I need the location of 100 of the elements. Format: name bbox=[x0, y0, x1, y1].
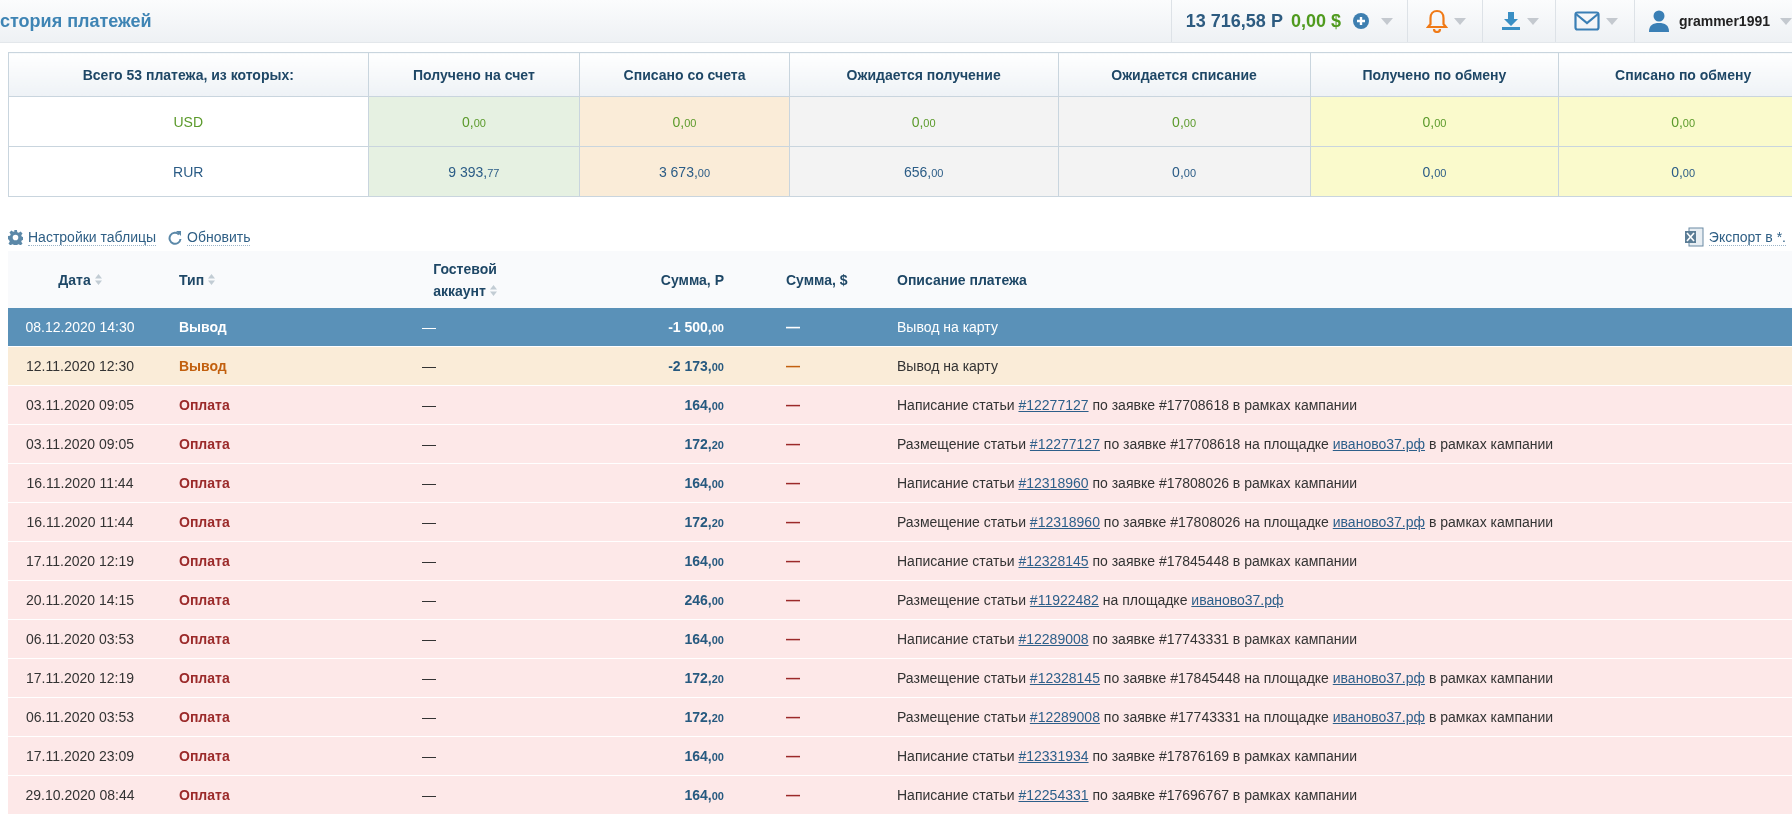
download-icon[interactable] bbox=[1500, 11, 1521, 31]
amount-usd-cell: — bbox=[734, 658, 889, 698]
column-header[interactable]: Дата bbox=[58, 271, 102, 288]
guest-cell: — bbox=[412, 502, 583, 542]
amount-usd-cell: — bbox=[734, 385, 889, 425]
amount-usd-cell: — bbox=[734, 463, 889, 503]
link[interactable]: иваново37.рф bbox=[1332, 436, 1425, 452]
link[interactable]: иваново37.рф bbox=[1191, 592, 1284, 608]
amount-usd-cell: — bbox=[734, 346, 889, 386]
link[interactable]: #12289008 bbox=[1029, 709, 1100, 725]
link[interactable]: #12328145 bbox=[1018, 553, 1089, 569]
link[interactable]: иваново37.рф bbox=[1332, 514, 1425, 530]
date-cell: 12.11.2020 12:30 bbox=[8, 346, 152, 386]
type-cell: Оплата bbox=[152, 463, 412, 503]
link[interactable]: иваново37.рф bbox=[1332, 709, 1425, 725]
user-icon[interactable] bbox=[1648, 10, 1669, 32]
amount-usd-cell: — bbox=[734, 424, 889, 464]
payment-description: Размещение статьи #12289008 по заявке #17743331 на площадке иваново37.рф в рамках кампании bbox=[897, 709, 1554, 725]
currency-cell: RUR bbox=[8, 146, 369, 197]
export-link[interactable]: Экспорт в *. bbox=[1683, 227, 1786, 247]
spreadsheet-icon[interactable] bbox=[1683, 227, 1704, 247]
amount-rub-cell: 164,00 bbox=[583, 385, 734, 425]
add-funds-icon[interactable] bbox=[1352, 13, 1369, 29]
type-cell: Оплата bbox=[152, 697, 412, 737]
amount-rub-cell: 172,20 bbox=[583, 424, 734, 464]
balance-rub: 13 716,58 Р bbox=[1185, 10, 1283, 32]
amount-usd-cell: — bbox=[734, 697, 889, 737]
username[interactable]: grammer1991 bbox=[1678, 13, 1770, 29]
type-cell: Оплата bbox=[152, 775, 412, 815]
summary-cell: 0,00 bbox=[1558, 146, 1792, 197]
refresh-link[interactable]: Обновить bbox=[168, 228, 251, 246]
type-cell: Оплата bbox=[152, 736, 412, 776]
caret-icon[interactable] bbox=[1780, 17, 1792, 25]
caret-icon[interactable] bbox=[1453, 17, 1466, 25]
date-cell: 03.11.2020 09:05 bbox=[8, 385, 152, 425]
amount-usd-cell: — bbox=[734, 541, 889, 581]
caret-icon[interactable] bbox=[1380, 17, 1393, 25]
date-cell: 16.11.2020 11:44 bbox=[8, 463, 152, 503]
guest-cell: — bbox=[412, 580, 583, 620]
link[interactable]: #12331934 bbox=[1018, 748, 1089, 764]
amount-usd-cell: — bbox=[734, 580, 889, 620]
link[interactable]: #12277127 bbox=[1018, 397, 1089, 413]
guest-cell: — bbox=[412, 697, 583, 737]
payment-description: Написание статьи #12289008 по заявке #17743331 в рамках кампании bbox=[897, 631, 1358, 647]
payment-description: Написание статьи #12331934 по заявке #17876169 в рамках кампании bbox=[897, 748, 1358, 764]
mail-icon[interactable] bbox=[1573, 11, 1600, 31]
link[interactable]: #12318960 bbox=[1029, 514, 1100, 530]
link[interactable]: #12254331 bbox=[1018, 787, 1089, 803]
link[interactable]: #11922482 bbox=[1029, 592, 1099, 608]
summary-header: Ожидается списание bbox=[1058, 52, 1311, 97]
payment-description: Написание статьи #12328145 по заявке #17845448 в рамках кампании bbox=[897, 553, 1358, 569]
link[interactable]: #12289008 bbox=[1018, 631, 1089, 647]
summary-header: Ожидается получение bbox=[789, 52, 1059, 97]
table-settings-link[interactable]: Настройки таблицы bbox=[8, 228, 157, 246]
sort-icon[interactable] bbox=[94, 274, 102, 285]
guest-cell: — bbox=[412, 658, 583, 698]
amount-rub-cell: 164,00 bbox=[583, 541, 734, 581]
date-cell: 06.11.2020 03:53 bbox=[8, 619, 152, 659]
settings-icon[interactable] bbox=[8, 229, 23, 245]
guest-cell: — bbox=[412, 385, 583, 425]
caret-icon[interactable] bbox=[1605, 17, 1618, 25]
payment-description: Написание статьи #12254331 по заявке #17696767 в рамках кампании bbox=[897, 787, 1358, 803]
sort-icon[interactable] bbox=[489, 284, 497, 296]
type-cell: Оплата bbox=[152, 502, 412, 542]
summary-header: Получено на счет bbox=[368, 52, 580, 97]
summary-cell: 0,00 bbox=[579, 96, 790, 147]
amount-rub-cell: 172,20 bbox=[583, 502, 734, 542]
caret-icon[interactable] bbox=[1526, 17, 1539, 25]
column-header: Сумма, Р bbox=[660, 271, 724, 288]
date-cell: 29.10.2020 08:44 bbox=[8, 775, 152, 815]
amount-rub-cell: 246,00 bbox=[583, 580, 734, 620]
currency-cell: USD bbox=[8, 96, 369, 147]
link[interactable]: #12328145 bbox=[1029, 670, 1100, 686]
summary-cell: 0,00 bbox=[1310, 146, 1559, 197]
summary-cell: 0,00 bbox=[789, 96, 1059, 147]
summary-cell: 3 673,00 bbox=[579, 146, 790, 197]
guest-cell: — bbox=[412, 775, 583, 815]
amount-rub-cell: 164,00 bbox=[583, 619, 734, 659]
summary-cell: 0,00 bbox=[368, 96, 580, 147]
summary-cell: 9 393,77 bbox=[368, 146, 580, 197]
sort-icon[interactable] bbox=[208, 274, 216, 285]
column-header: Описание платежа bbox=[897, 271, 1027, 288]
link[interactable]: #12277127 bbox=[1029, 436, 1100, 452]
amount-rub-cell: -1 500,00 bbox=[583, 308, 734, 347]
guest-cell: — bbox=[412, 308, 583, 347]
column-header[interactable]: Тип bbox=[179, 271, 216, 288]
bell-icon[interactable] bbox=[1425, 9, 1448, 33]
type-cell: Оплата bbox=[152, 619, 412, 659]
link[interactable]: #12318960 bbox=[1018, 475, 1089, 491]
type-cell: Оплата bbox=[152, 658, 412, 698]
link[interactable]: иваново37.рф bbox=[1332, 670, 1425, 686]
amount-usd-cell: — bbox=[734, 308, 889, 347]
date-cell: 16.11.2020 11:44 bbox=[8, 502, 152, 542]
date-cell: 17.11.2020 12:19 bbox=[8, 541, 152, 581]
refresh-icon[interactable] bbox=[168, 229, 183, 245]
guest-cell: — bbox=[412, 463, 583, 503]
summary-cell: 0,00 bbox=[1558, 96, 1792, 147]
amount-rub-cell: 164,00 bbox=[583, 736, 734, 776]
summary-header: Списано со счета bbox=[579, 52, 790, 97]
payment-description: Размещение статьи #12328145 по заявке #17845448 на площадке иваново37.рф в рамках кампании bbox=[897, 670, 1554, 686]
